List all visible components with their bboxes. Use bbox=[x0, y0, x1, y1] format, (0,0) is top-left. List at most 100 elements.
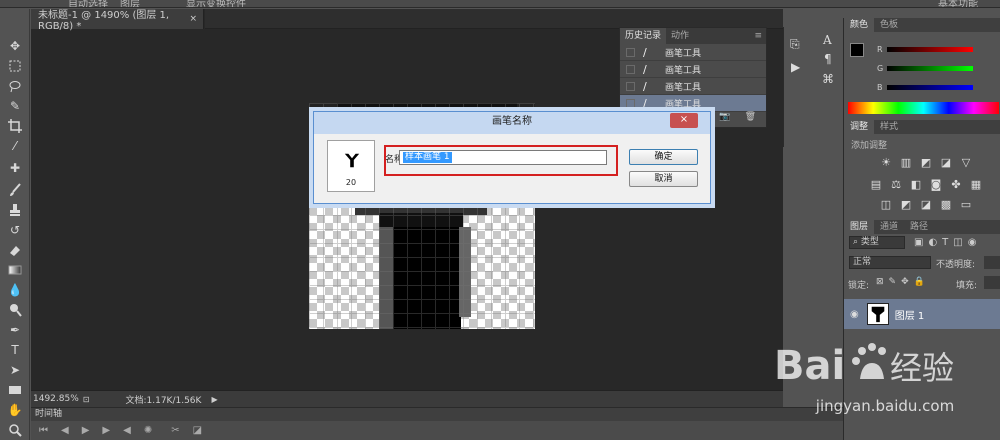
tab-swatches[interactable]: 色板 bbox=[874, 18, 904, 32]
close-icon[interactable]: × bbox=[670, 113, 698, 128]
healing-brush-tool-icon[interactable]: ✚ bbox=[5, 159, 25, 177]
gradient-map-icon[interactable]: ▭ bbox=[960, 198, 972, 211]
levels-icon[interactable]: ▥ bbox=[900, 156, 912, 169]
rectangle-tool-icon[interactable] bbox=[5, 381, 25, 399]
blue-slider[interactable] bbox=[887, 85, 973, 90]
workspace-switcher[interactable]: 基本功能 bbox=[938, 0, 978, 7]
photo-filter-icon[interactable]: ◙ bbox=[930, 178, 942, 191]
dodge-tool-icon[interactable] bbox=[5, 301, 25, 319]
zoom-tool-icon[interactable] bbox=[5, 421, 25, 439]
fill-input[interactable] bbox=[984, 276, 1000, 289]
next-frame-icon[interactable]: ▶ bbox=[102, 425, 110, 436]
audio-icon[interactable]: ◀ bbox=[123, 425, 131, 436]
threshold-icon[interactable]: ◪ bbox=[920, 198, 932, 211]
color-balance-icon[interactable]: ⚖ bbox=[890, 178, 902, 191]
curves-icon[interactable]: ◩ bbox=[920, 156, 932, 169]
paragraph-panel-icon[interactable]: ¶ bbox=[824, 52, 832, 66]
zoom-readout[interactable]: 1492.85% bbox=[33, 394, 79, 404]
history-panel-icon[interactable]: ⎘ bbox=[790, 37, 800, 52]
opacity-input[interactable] bbox=[984, 256, 1000, 269]
layer-row[interactable]: ◉ 图层 1 bbox=[844, 299, 1000, 329]
glyphs-panel-icon[interactable]: ⌘ bbox=[822, 72, 834, 86]
panel-menu-icon[interactable]: ≡ bbox=[754, 28, 766, 44]
play-icon[interactable]: ▶ bbox=[82, 425, 90, 436]
exposure-icon[interactable]: ◪ bbox=[940, 156, 952, 169]
invert-icon[interactable]: ◫ bbox=[880, 198, 892, 211]
history-item-selected[interactable]: ∕ 画笔工具 bbox=[620, 95, 766, 112]
blur-tool-icon[interactable]: 💧 bbox=[5, 281, 25, 299]
eyedropper-tool-icon[interactable]: ⁄ bbox=[5, 137, 25, 155]
eye-icon[interactable]: ◉ bbox=[850, 309, 859, 320]
clone-stamp-tool-icon[interactable] bbox=[5, 201, 25, 219]
marquee-tool-icon[interactable] bbox=[5, 57, 25, 75]
cancel-button[interactable]: 取消 bbox=[629, 171, 698, 187]
split-icon[interactable]: ✂ bbox=[171, 425, 179, 436]
first-frame-icon[interactable]: ⏮ bbox=[39, 425, 48, 436]
history-item[interactable]: ∕ 画笔工具 bbox=[620, 61, 766, 78]
add-adjustment-label: 添加调整 bbox=[851, 141, 888, 151]
history-item[interactable]: ∕ 画笔工具 bbox=[620, 78, 766, 95]
transition-icon[interactable]: ◪ bbox=[193, 425, 202, 436]
quick-select-tool-icon[interactable]: ✎ bbox=[5, 97, 25, 115]
settings-icon[interactable]: ✺ bbox=[144, 425, 152, 436]
brush-tip-icon bbox=[344, 153, 360, 168]
brush-tool-icon[interactable] bbox=[5, 181, 25, 199]
hand-tool-icon[interactable]: ✋ bbox=[5, 401, 25, 419]
vibrance-icon[interactable]: ▽ bbox=[960, 156, 972, 169]
ok-button[interactable]: 确定 bbox=[629, 149, 698, 165]
path-select-tool-icon[interactable]: ➤ bbox=[5, 361, 25, 379]
tab-actions[interactable]: 动作 bbox=[666, 28, 694, 44]
eraser-tool-icon[interactable] bbox=[5, 241, 25, 259]
close-icon[interactable]: × bbox=[189, 14, 197, 24]
green-slider[interactable] bbox=[887, 66, 973, 71]
history-checkbox[interactable] bbox=[626, 98, 635, 108]
channel-mixer-icon[interactable]: ✤ bbox=[950, 178, 962, 191]
options-show-transform[interactable]: 显示变换控件 bbox=[186, 0, 246, 7]
history-checkbox[interactable] bbox=[626, 81, 635, 91]
type-tool-icon[interactable]: T bbox=[5, 341, 25, 359]
history-item[interactable]: ∕ 画笔工具 bbox=[620, 44, 766, 61]
posterize-icon[interactable]: ◩ bbox=[900, 198, 912, 211]
trash-icon[interactable]: 🗑 bbox=[745, 112, 756, 125]
hue-icon[interactable]: ▤ bbox=[870, 178, 882, 191]
document-tab-bar bbox=[205, 9, 783, 29]
foreground-color-swatch[interactable] bbox=[850, 43, 864, 57]
status-menu-arrow-icon[interactable]: ▶ bbox=[211, 395, 217, 404]
tab-color[interactable]: 颜色 bbox=[844, 18, 875, 32]
tab-layers[interactable]: 图层 bbox=[844, 220, 875, 234]
document-tab[interactable]: 未标题-1 @ 1490% (图层 1, RGB/8) * × bbox=[31, 9, 204, 32]
history-checkbox[interactable] bbox=[626, 64, 635, 74]
layer-thumbnail bbox=[866, 303, 889, 325]
black-white-icon[interactable]: ◧ bbox=[910, 178, 922, 191]
actions-play-icon[interactable]: ▶ bbox=[791, 60, 800, 74]
lock-icons[interactable]: ⊠✎✥🔒 bbox=[876, 277, 930, 287]
tab-styles[interactable]: 样式 bbox=[874, 120, 904, 134]
history-brush-tool-icon[interactable]: ↺ bbox=[5, 221, 25, 239]
pen-tool-icon[interactable]: ✒ bbox=[5, 321, 25, 339]
crop-tool-icon[interactable] bbox=[5, 117, 25, 135]
brightness-icon[interactable]: ☀ bbox=[880, 156, 892, 169]
move-tool-icon[interactable]: ✥ bbox=[5, 37, 25, 55]
tab-channels[interactable]: 通道 bbox=[874, 220, 904, 234]
character-panel-icon[interactable]: A bbox=[823, 33, 832, 47]
tab-paths[interactable]: 路径 bbox=[904, 220, 934, 234]
lasso-tool-icon[interactable] bbox=[5, 77, 25, 95]
snapshot-icon[interactable]: 📷 bbox=[719, 112, 730, 125]
tab-adjustments[interactable]: 调整 bbox=[844, 120, 875, 134]
layer-kind-filter[interactable]: ⌕ 类型 bbox=[849, 236, 905, 249]
tab-history[interactable]: 历史记录 bbox=[620, 28, 667, 44]
timeline-tab[interactable]: 时间轴 bbox=[31, 407, 843, 421]
baidu-watermark: Bai 经验 jingyan.baidu.com bbox=[770, 335, 1000, 440]
blend-mode-select[interactable]: 正常 bbox=[849, 256, 931, 269]
prev-frame-icon[interactable]: ◀ bbox=[61, 425, 69, 436]
history-checkbox[interactable] bbox=[626, 47, 635, 57]
brush-size: 20 bbox=[345, 178, 357, 187]
brush-icon: ∕ bbox=[643, 96, 647, 110]
lookup-icon[interactable]: ▦ bbox=[970, 178, 982, 191]
selective-color-icon[interactable]: ▩ bbox=[940, 198, 952, 211]
gradient-tool-icon[interactable] bbox=[5, 261, 25, 279]
red-slider[interactable] bbox=[887, 47, 973, 52]
layer-filter-icons[interactable]: ▣◐T◫◉ bbox=[914, 237, 981, 248]
layer-name[interactable]: 图层 1 bbox=[895, 307, 925, 322]
color-spectrum[interactable] bbox=[848, 102, 999, 114]
